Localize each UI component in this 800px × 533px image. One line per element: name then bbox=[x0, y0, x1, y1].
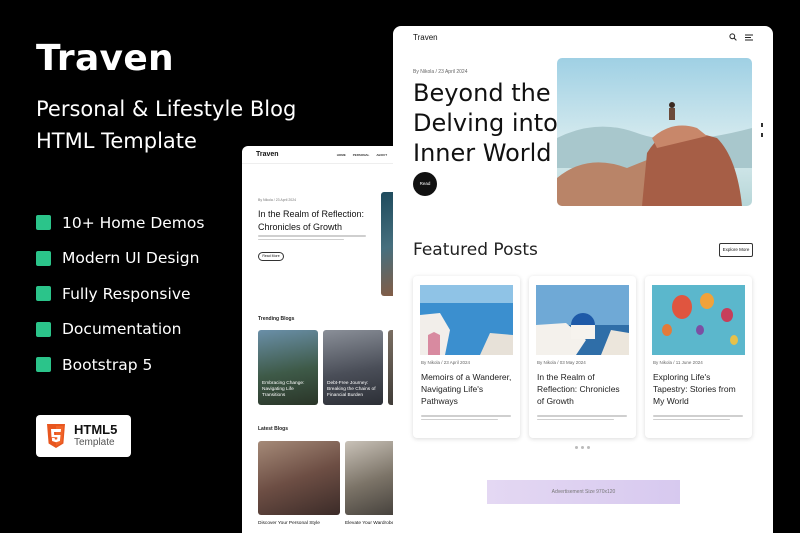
feature-item: Documentation bbox=[36, 312, 204, 348]
check-icon bbox=[36, 357, 51, 373]
mock-mid-nav: HOME PERSONAL ABOUT PA bbox=[337, 153, 398, 157]
hero-image bbox=[557, 58, 752, 206]
carousel-dot[interactable] bbox=[587, 446, 590, 449]
check-icon bbox=[36, 321, 51, 337]
post-card-meta: By Nikola / 23 April 2024 bbox=[421, 360, 471, 365]
post-card-title[interactable]: Exploring Life's Tapestry: Stories from … bbox=[653, 371, 745, 407]
trending-heading: Trending Blogs bbox=[258, 316, 295, 322]
feature-label: Fully Responsive bbox=[62, 284, 191, 303]
latest-card-title[interactable]: Discover Your Personal Style bbox=[258, 521, 320, 526]
read-more-button[interactable]: Read More bbox=[258, 252, 284, 261]
mock-right-header: Traven bbox=[393, 26, 773, 48]
post-card[interactable]: By Nikola / 23 April 2024 Memoirs of a W… bbox=[413, 276, 520, 438]
mock-mid-excerpt bbox=[258, 235, 366, 243]
read-button[interactable]: Read bbox=[413, 172, 437, 196]
post-card[interactable]: By Nikola / 03 May 2024 In the Realm of … bbox=[529, 276, 636, 438]
mock-mid-post-title[interactable]: In the Realm of Reflection: Chronicles o… bbox=[258, 208, 376, 233]
search-icon[interactable] bbox=[729, 33, 737, 41]
check-icon bbox=[36, 215, 51, 231]
latest-heading: Latest Blogs bbox=[258, 426, 289, 432]
carousel-dots[interactable] bbox=[575, 446, 590, 449]
html5-badge: HTML5 Template bbox=[36, 415, 131, 457]
latest-card-title[interactable]: Elevate Your Wardrobe bbox=[345, 521, 394, 526]
mock-right-post-meta: By Nikola / 23 April 2024 bbox=[413, 69, 468, 75]
post-card-image bbox=[536, 285, 629, 355]
feature-item: Modern UI Design bbox=[36, 241, 204, 277]
explore-more-button[interactable]: Explore More bbox=[719, 243, 753, 257]
post-card-excerpt bbox=[537, 415, 627, 423]
trending-card-title: Embracing Change: Navigating Life Transi… bbox=[262, 381, 305, 398]
carousel-dot[interactable] bbox=[581, 446, 584, 449]
nav-item-about[interactable]: ABOUT bbox=[376, 153, 387, 157]
mock-right-logo[interactable]: Traven bbox=[413, 33, 438, 42]
post-card-meta: By Nikola / 11 June 2024 bbox=[653, 360, 703, 365]
subtitle-line-1: Personal & Lifestyle Blog bbox=[36, 97, 297, 121]
feature-item: Bootstrap 5 bbox=[36, 347, 204, 383]
scroll-indicator[interactable] bbox=[760, 122, 764, 140]
trending-card-title: Debt-Free Journey: Breaking the Chains o… bbox=[327, 381, 376, 398]
feature-item: Fully Responsive bbox=[36, 276, 204, 312]
trending-card[interactable]: Embracing Change: Navigating Life Transi… bbox=[258, 330, 318, 405]
nav-item-home[interactable]: HOME bbox=[337, 153, 346, 157]
nav-item-personal[interactable]: PERSONAL bbox=[353, 153, 370, 157]
post-card-excerpt bbox=[653, 415, 743, 423]
post-card-image bbox=[652, 285, 745, 355]
brand-title: Traven bbox=[36, 38, 174, 79]
mock-mid-post-meta: By Nikola / 23 April 2024 bbox=[258, 198, 297, 202]
feature-label: 10+ Home Demos bbox=[62, 213, 205, 232]
menu-icon[interactable] bbox=[745, 34, 753, 41]
feature-list: 10+ Home Demos Modern UI Design Fully Re… bbox=[36, 205, 204, 383]
feature-item: 10+ Home Demos bbox=[36, 205, 204, 241]
badge-title: HTML5 bbox=[74, 422, 118, 437]
post-card-image bbox=[420, 285, 513, 355]
mock-mid-logo[interactable]: Traven bbox=[256, 151, 279, 158]
mockup-tablet: Traven HOME PERSONAL ABOUT PA By Nikola … bbox=[242, 146, 412, 533]
post-card-excerpt bbox=[421, 415, 511, 423]
carousel-dot[interactable] bbox=[575, 446, 578, 449]
feature-label: Modern UI Design bbox=[62, 249, 200, 268]
post-card-title[interactable]: In the Realm of Reflection: Chronicles o… bbox=[537, 371, 629, 407]
mock-mid-header: Traven HOME PERSONAL ABOUT PA bbox=[242, 146, 412, 164]
html5-icon bbox=[47, 424, 65, 448]
badge-subtitle: Template bbox=[74, 437, 115, 448]
post-card[interactable]: By Nikola / 11 June 2024 Exploring Life'… bbox=[645, 276, 752, 438]
check-icon bbox=[36, 286, 51, 302]
advertisement-banner[interactable]: Advertisement Size 970x120 bbox=[487, 480, 680, 504]
trending-card[interactable]: Debt-Free Journey: Breaking the Chains o… bbox=[323, 330, 383, 405]
mockup-desktop: Traven By Nikola / 23 April 2024 Beyond … bbox=[393, 26, 773, 533]
post-card-meta: By Nikola / 03 May 2024 bbox=[537, 360, 586, 365]
check-icon bbox=[36, 250, 51, 266]
featured-heading: Featured Posts bbox=[413, 240, 538, 260]
feature-label: Documentation bbox=[62, 320, 182, 339]
post-card-title[interactable]: Memoirs of a Wanderer, Navigating Life's… bbox=[421, 371, 513, 407]
latest-card-image[interactable] bbox=[258, 441, 340, 515]
feature-label: Bootstrap 5 bbox=[62, 355, 153, 374]
